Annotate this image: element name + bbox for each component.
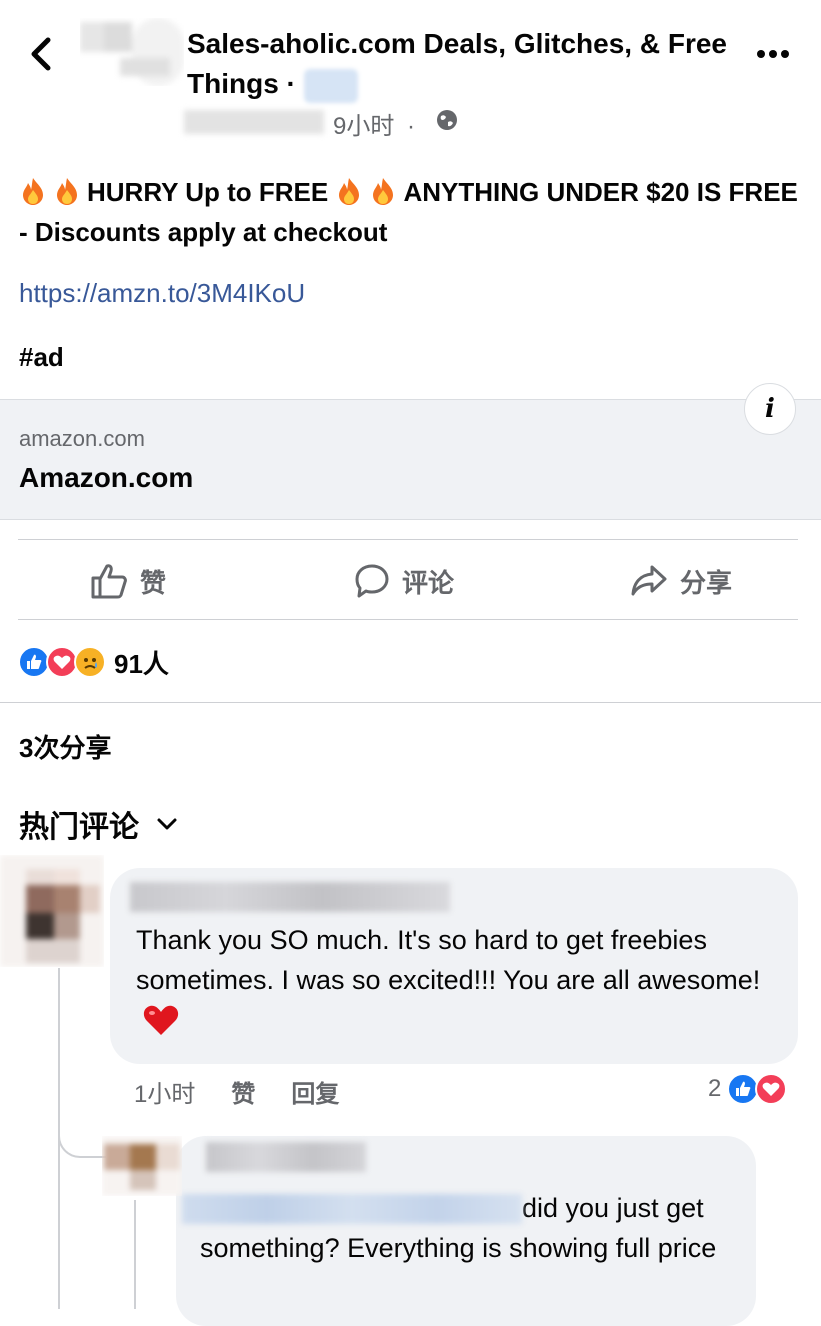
share-button[interactable]: 分享 xyxy=(630,560,732,602)
mention-blurred[interactable] xyxy=(182,1194,522,1224)
post-time[interactable]: 9小时 xyxy=(333,113,394,140)
link-domain: amazon.com xyxy=(19,426,145,451)
comment-button[interactable]: 评论 xyxy=(354,560,454,602)
link-title: Amazon.com xyxy=(19,462,194,493)
group-name-link[interactable]: Sales-aholic.com Deals, Glitches, & Free… xyxy=(187,24,727,104)
chevron-down-icon xyxy=(157,818,177,830)
chevron-left-icon xyxy=(31,37,51,71)
more-horizontal-icon xyxy=(757,50,789,58)
reactions-summary[interactable]: 91人 xyxy=(18,644,169,681)
comment-sort-label: 热门评论 xyxy=(19,811,139,844)
more-options-button[interactable] xyxy=(748,36,798,72)
comment-text-content: Thank you SO much. It's so hard to get f… xyxy=(136,925,761,995)
group-avatar[interactable] xyxy=(80,18,184,86)
link-preview-card[interactable]: amazon.com Amazon.com xyxy=(0,399,821,520)
red-heart-emoji-icon xyxy=(143,1005,179,1035)
fire-emoji-icon xyxy=(23,178,43,205)
time-separator: · xyxy=(407,113,416,140)
comment-like-button[interactable]: 赞 xyxy=(231,1074,255,1109)
like-label: 赞 xyxy=(140,567,167,598)
love-reaction-icon xyxy=(755,1073,788,1105)
comment-label: 评论 xyxy=(402,567,455,598)
commenter-name-blurred[interactable] xyxy=(130,882,450,912)
fire-emoji-icon xyxy=(57,178,77,205)
replier-name-blurred[interactable] xyxy=(206,1142,366,1172)
share-arrow-icon xyxy=(631,565,667,596)
avatar[interactable] xyxy=(0,855,104,967)
reaction-count[interactable]: 91人 xyxy=(114,644,169,681)
share-label: 分享 xyxy=(680,567,733,598)
thread-line xyxy=(134,1200,136,1309)
comment-bubble[interactable]: Thank you SO much. It's so hard to get f… xyxy=(110,868,798,1064)
comment-icon xyxy=(355,564,389,598)
divider xyxy=(18,539,798,540)
reply-bubble[interactable]: did you just get something? Everything i… xyxy=(176,1136,756,1326)
comment-text: Thank you SO much. It's so hard to get f… xyxy=(136,920,786,1040)
sad-reaction-icon xyxy=(74,646,106,678)
post-text: HURRY Up to FREE ANYTHING UNDER $20 IS F… xyxy=(19,172,809,252)
comment-time[interactable]: 1小时 xyxy=(134,1074,195,1109)
like-button[interactable]: 赞 xyxy=(90,560,166,602)
post-text-part1: HURRY Up to FREE xyxy=(87,177,329,207)
comment-reactions[interactable]: 2 xyxy=(708,1073,788,1105)
divider xyxy=(0,702,821,703)
thumbs-up-icon xyxy=(91,564,127,599)
info-button[interactable]: i xyxy=(744,383,796,435)
group-name[interactable]: Sales-aholic.com Deals, Glitches, & Free… xyxy=(187,28,727,99)
back-button[interactable] xyxy=(22,30,62,78)
fire-emoji-icon xyxy=(339,178,360,205)
post-link[interactable]: https://amzn.to/3M4IKoU xyxy=(19,278,305,309)
globe-icon xyxy=(435,108,459,132)
comment-reaction-count: 2 xyxy=(708,1075,722,1102)
post-timestamp[interactable]: 9小时 · xyxy=(333,106,415,141)
avatar[interactable] xyxy=(102,1136,182,1196)
header-separator: · xyxy=(286,68,296,99)
hashtag-link[interactable]: #ad xyxy=(19,342,64,373)
join-button-blurred[interactable] xyxy=(303,68,358,103)
comment-meta: 1小时 赞 回复 xyxy=(134,1074,339,1109)
share-count[interactable]: 3次分享 xyxy=(19,728,111,765)
divider xyxy=(18,619,798,620)
thread-line-curve xyxy=(58,1100,106,1158)
comment-reply-button[interactable]: 回复 xyxy=(291,1074,339,1109)
fire-emoji-icon xyxy=(373,178,394,205)
comment-sort-dropdown[interactable]: 热门评论 xyxy=(19,802,185,846)
